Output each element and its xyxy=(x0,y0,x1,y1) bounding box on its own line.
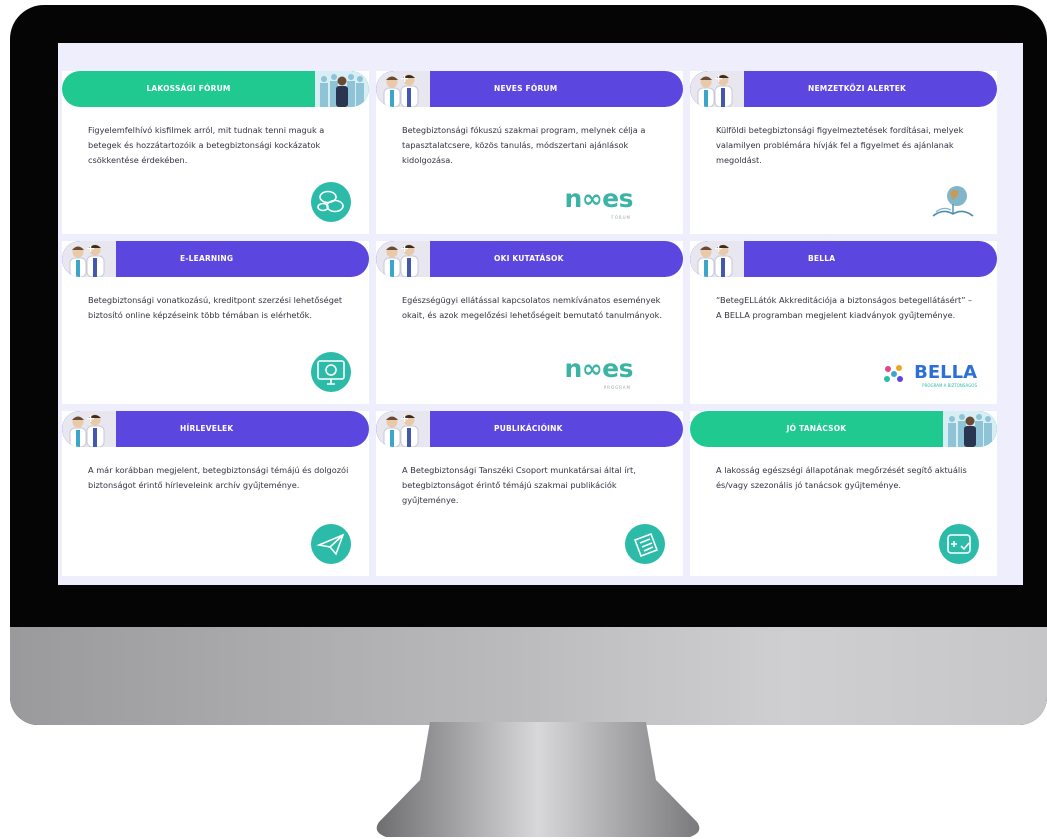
card-description: A Betegbiztonsági Tanszéki Csoport munka… xyxy=(402,465,636,505)
card-title[interactable]: NEMZETKÖZI ALERTEK xyxy=(808,71,906,107)
medical-cross-icon: + xyxy=(400,242,410,255)
neves-logo[interactable]: n∞es xyxy=(565,184,634,213)
card-description: Betegbiztonsági vonatkozású, kreditpont … xyxy=(88,295,343,320)
card-lakoss-gi-f-rum[interactable]: LAKOSSÁGI FÓRUM Figyelemfelhívó kisfilmek… xyxy=(62,71,369,234)
screen: LAKOSSÁGI FÓRUM Figyelemfelhívó kisfilmek… xyxy=(58,43,1023,585)
card-description: A már korábban megjelent, betegbiztonság… xyxy=(88,465,349,490)
crowd-thumbnail-icon xyxy=(315,71,369,107)
neves-logo[interactable]: n∞es xyxy=(565,354,634,383)
medical-card-icon[interactable] xyxy=(939,524,979,564)
medical-cross-icon: + xyxy=(86,242,96,255)
card-title[interactable]: OKI KUTATÁSOK xyxy=(494,241,564,277)
card-j-tan-csok[interactable]: JÓ TANÁCSOK A lakosság egészségi állapotá… xyxy=(690,411,997,576)
card-header[interactable]: + BELLA xyxy=(690,241,997,277)
doctors-thumbnail-icon: + xyxy=(62,241,116,277)
medical-cross-icon: + xyxy=(400,412,410,425)
card-description: “BetegELLátók Akkreditációja a biztonság… xyxy=(716,295,973,320)
monitor-chin xyxy=(10,627,1047,725)
neves-logo-subtitle: FÓRUM xyxy=(611,215,631,220)
card-e-learning[interactable]: + E-LEARNING Betegbiztonsági vonatkozású, … xyxy=(62,241,369,404)
card-description: A lakosság egészségi állapotának megőrzé… xyxy=(716,465,967,490)
card-title[interactable]: JÓ TANÁCSOK xyxy=(690,411,943,447)
card-description: Külföldi betegbiztonsági figyelmeztetése… xyxy=(716,125,964,165)
card-header[interactable]: + OKI KUTATÁSOK xyxy=(376,241,683,277)
neves-logo-subtitle: PROGRAM xyxy=(603,385,631,390)
doctors-thumbnail-icon: + xyxy=(376,71,430,107)
card-description: Egészségügyi ellátással kapcsolatos nemk… xyxy=(402,295,662,320)
bella-logo-subtitle: PROGRAM A BIZTONSÁGOS xyxy=(922,383,977,388)
speech-bubbles-icon[interactable] xyxy=(311,182,351,222)
card-title[interactable]: BELLA xyxy=(808,241,835,277)
doctors-thumbnail-icon: + xyxy=(690,241,744,277)
card-title[interactable]: E-LEARNING xyxy=(180,241,233,277)
crowd-thumbnail-icon xyxy=(943,411,997,447)
monitor-frame: LAKOSSÁGI FÓRUM Figyelemfelhívó kisfilmek… xyxy=(10,5,1047,725)
bella-mark-icon xyxy=(883,364,905,388)
doctors-thumbnail-icon: + xyxy=(376,241,430,277)
medical-cross-icon: + xyxy=(714,242,724,255)
card-header[interactable]: + NEVES FÓRUM xyxy=(376,71,683,107)
doctors-thumbnail-icon: + xyxy=(376,411,430,447)
card-header[interactable]: LAKOSSÁGI FÓRUM xyxy=(62,71,369,107)
card-publik-ci-ink[interactable]: + PUBLIKÁCIÓINK A Betegbiztonsági Tanszéki… xyxy=(376,411,683,576)
card-nemzetk-zi-alertek[interactable]: + NEMZETKÖZI ALERTEK Külföldi betegbiztons… xyxy=(690,71,997,234)
card-description: Figyelemfelhívó kisfilmek arról, mit tud… xyxy=(88,125,325,165)
medical-cross-icon: + xyxy=(400,72,410,85)
card-neves-f-rum[interactable]: + NEVES FÓRUM Betegbiztonsági fókuszú szak… xyxy=(376,71,683,234)
card-header[interactable]: + NEMZETKÖZI ALERTEK xyxy=(690,71,997,107)
card-description: Betegbiztonsági fókuszú szakmai program,… xyxy=(402,125,646,165)
medical-cross-icon: + xyxy=(714,72,724,85)
card-title[interactable]: HÍRLEVELEK xyxy=(180,411,233,447)
card-h-rlevelek[interactable]: + HÍRLEVELEK A már korábban megjelent, bet… xyxy=(62,411,369,576)
documents-icon[interactable] xyxy=(625,524,665,564)
doctors-thumbnail-icon: + xyxy=(690,71,744,107)
medical-cross-icon: + xyxy=(86,412,96,425)
card-title[interactable]: NEVES FÓRUM xyxy=(494,71,557,107)
monitor-icon[interactable] xyxy=(311,352,351,392)
card-oki-kutat-sok[interactable]: + OKI KUTATÁSOK Egészségügyi ellátással ka… xyxy=(376,241,683,404)
card-bella[interactable]: + BELLA “BetegELLátók Akkreditációja a biz… xyxy=(690,241,997,404)
card-title[interactable]: LAKOSSÁGI FÓRUM xyxy=(62,71,315,107)
doctors-thumbnail-icon: + xyxy=(62,411,116,447)
bella-logo[interactable]: BELLA xyxy=(914,362,977,383)
paper-plane-icon[interactable] xyxy=(311,524,351,564)
card-header[interactable]: + E-LEARNING xyxy=(62,241,369,277)
globe-book-icon[interactable] xyxy=(927,182,979,222)
card-header[interactable]: + HÍRLEVELEK xyxy=(62,411,369,447)
monitor-stand xyxy=(376,722,700,837)
card-title[interactable]: PUBLIKÁCIÓINK xyxy=(494,411,563,447)
card-header[interactable]: + PUBLIKÁCIÓINK xyxy=(376,411,683,447)
card-header[interactable]: JÓ TANÁCSOK xyxy=(690,411,997,447)
